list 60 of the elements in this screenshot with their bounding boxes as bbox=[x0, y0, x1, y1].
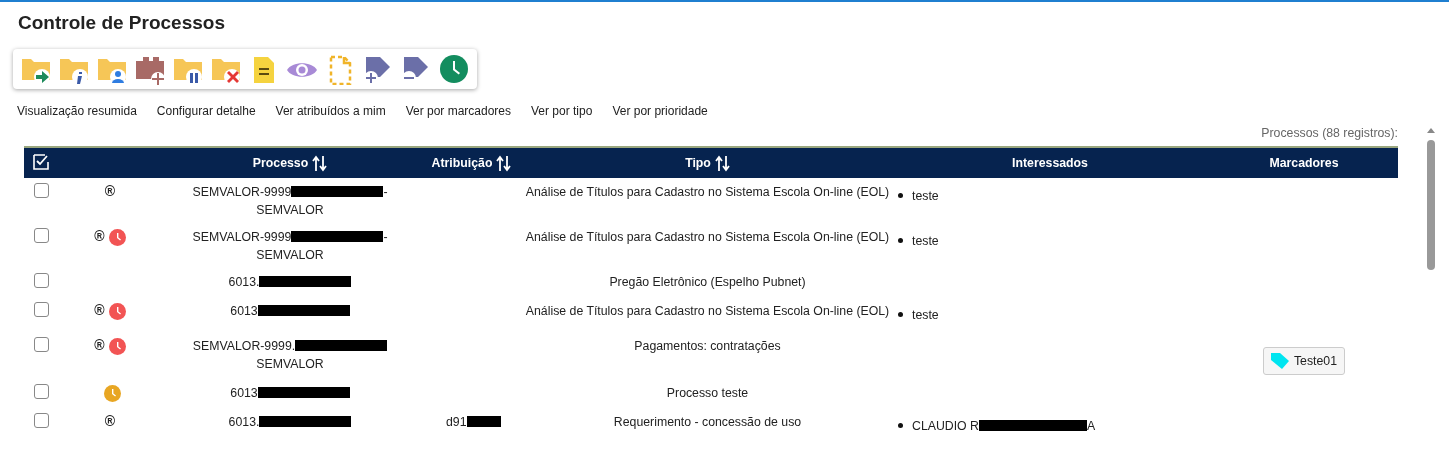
process-type: Análise de Títulos para Cadastro no Sistema Escola On-line (EOL) bbox=[525, 185, 890, 199]
bullet-dot bbox=[898, 423, 903, 428]
process-number: 6013 bbox=[230, 304, 258, 318]
process-number: SEMVALOR bbox=[256, 357, 324, 371]
bullet-dot bbox=[898, 238, 903, 243]
process-type: Pagamentos: contratações bbox=[634, 339, 781, 353]
row-checkbox[interactable] bbox=[33, 384, 49, 399]
view-link[interactable]: Configurar detalhe bbox=[156, 104, 256, 118]
clock-icon bbox=[438, 53, 470, 85]
view-link[interactable]: Ver por tipo bbox=[531, 104, 593, 118]
assignee: d91 bbox=[446, 415, 467, 429]
process-type: Requerimento - concessão de uso bbox=[613, 415, 802, 429]
process-type: Processo teste bbox=[666, 386, 749, 400]
registered-mark: ® bbox=[94, 228, 105, 244]
process-number: SEMVALOR-9999 bbox=[192, 230, 292, 244]
process-number: - bbox=[383, 185, 388, 199]
select-all-icon[interactable] bbox=[32, 152, 50, 171]
interested-party: teste bbox=[912, 234, 939, 248]
sort-icon[interactable] bbox=[312, 154, 328, 172]
sort-icon[interactable] bbox=[496, 154, 512, 172]
registered-mark: ® bbox=[104, 413, 116, 429]
process-number: 6013. bbox=[228, 415, 260, 429]
interested-party: A bbox=[1086, 419, 1096, 433]
row-checkbox[interactable] bbox=[33, 273, 49, 288]
process-number: SEMVALOR bbox=[256, 248, 324, 262]
row-checkbox[interactable] bbox=[33, 302, 49, 317]
row-checkbox[interactable] bbox=[33, 228, 49, 243]
view-link[interactable]: Ver atribuídos a mim bbox=[275, 104, 386, 118]
registered-mark: ® bbox=[94, 302, 105, 318]
process-type: Análise de Títulos para Cadastro no Sistema Escola On-line (EOL) bbox=[525, 304, 890, 318]
process-number: 6013 bbox=[230, 386, 258, 400]
registered-mark: ® bbox=[94, 337, 105, 353]
process-number: 6013. bbox=[228, 275, 260, 289]
record-count: Processos (88 registros): bbox=[1261, 126, 1398, 140]
column-header[interactable]: Processo bbox=[252, 156, 309, 170]
clock-button[interactable] bbox=[437, 53, 471, 85]
process-number: SEMVALOR-9999 bbox=[192, 185, 292, 199]
row-checkbox[interactable] bbox=[33, 413, 49, 428]
interested-party: teste bbox=[912, 189, 939, 203]
bullet-dot bbox=[898, 312, 903, 317]
marker-tag[interactable]: Teste01 bbox=[1262, 347, 1346, 375]
process-number: - bbox=[383, 230, 388, 244]
bullet-dot bbox=[898, 193, 903, 198]
row-checkbox[interactable] bbox=[33, 337, 49, 352]
process-type: Análise de Títulos para Cadastro no Sistema Escola On-line (EOL) bbox=[525, 230, 890, 244]
column-header: Interessados bbox=[1012, 156, 1088, 170]
view-link[interactable]: Ver por prioridade bbox=[612, 104, 708, 118]
view-link[interactable]: Visualização resumida bbox=[17, 104, 137, 118]
view-link[interactable]: Ver por marcadores bbox=[405, 104, 511, 118]
interested-party: teste bbox=[912, 308, 939, 322]
page-title: Controle de Processos bbox=[18, 12, 225, 34]
process-number: SEMVALOR-9999. bbox=[192, 339, 296, 353]
process-number: SEMVALOR bbox=[256, 203, 324, 217]
column-header: Marcadores bbox=[1269, 156, 1339, 170]
process-type: Pregão Eletrônico (Espelho Pubnet) bbox=[609, 275, 806, 289]
row-checkbox[interactable] bbox=[33, 183, 49, 198]
column-header[interactable]: Tipo bbox=[685, 156, 711, 170]
sort-icon[interactable] bbox=[714, 154, 730, 172]
interested-party: CLAUDIO R bbox=[912, 419, 979, 433]
registered-mark: ® bbox=[104, 183, 116, 199]
